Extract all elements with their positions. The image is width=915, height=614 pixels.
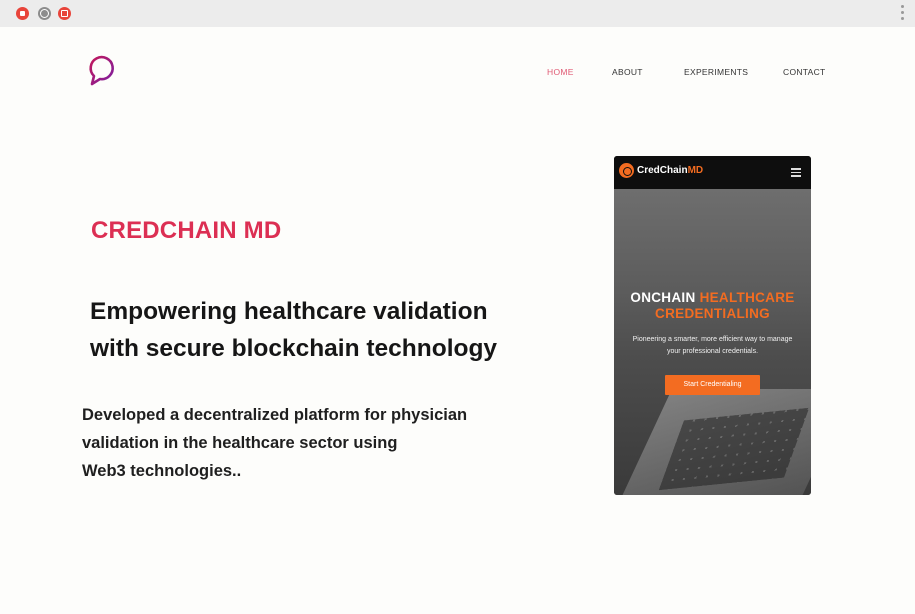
start-credentialing-button[interactable]: Start Credentialing (665, 375, 760, 395)
globe-icon[interactable] (38, 7, 51, 20)
phone-hero-title: ONCHAIN HEALTHCARE CREDENTIALING (614, 290, 811, 322)
description-line-1: Developed a decentralized platform for p… (82, 406, 468, 424)
nav-home-link[interactable]: HOME (547, 67, 574, 77)
hero-description: Developed a decentralized platform for p… (82, 401, 552, 485)
phone-hero-subtitle: Pioneering a smarter, more efficient way… (620, 334, 805, 358)
subtitle-line-2: your professional credentials. (666, 348, 759, 355)
headline-line-1: Empowering healthcare validation (90, 298, 488, 325)
project-title: CREDCHAIN MD (91, 217, 282, 244)
credchain-logo-icon (619, 163, 634, 178)
record-icon[interactable] (16, 7, 29, 20)
headline-line-2: with secure blockchain technology (90, 335, 498, 362)
title-orange-1: HEALTHCARE (699, 290, 795, 305)
browser-toolbar (0, 0, 915, 27)
phone-header: CredChainMD (614, 156, 811, 189)
extension-icon[interactable] (58, 7, 71, 20)
subtitle-line-1: Pioneering a smarter, more efficient way… (632, 336, 793, 343)
hamburger-menu-icon[interactable] (791, 168, 801, 177)
description-line-3: Web3 technologies.. (82, 462, 242, 480)
kebab-menu-icon[interactable] (899, 5, 905, 23)
title-white: ONCHAIN (630, 290, 696, 305)
nav-contact-link[interactable]: CONTACT (783, 67, 826, 77)
phone-brand: CredChainMD (637, 165, 703, 176)
nav-about-link[interactable]: ABOUT (612, 67, 643, 77)
nav-experiments-link[interactable]: EXPERIMENTS (684, 67, 748, 77)
title-orange-2: CREDENTIALING (655, 306, 770, 321)
main-nav: HOME ABOUT EXPERIMENTS CONTACT (0, 67, 915, 79)
description-line-2: validation in the healthcare sector usin… (82, 434, 398, 452)
hero-headline: Empowering healthcare validation with se… (90, 293, 560, 367)
brand-accent: MD (687, 165, 704, 176)
phone-mockup: CredChainMD ONCHAIN HEALTHCARE CREDENTIA… (614, 156, 811, 495)
brand-main: CredChain (637, 165, 688, 176)
